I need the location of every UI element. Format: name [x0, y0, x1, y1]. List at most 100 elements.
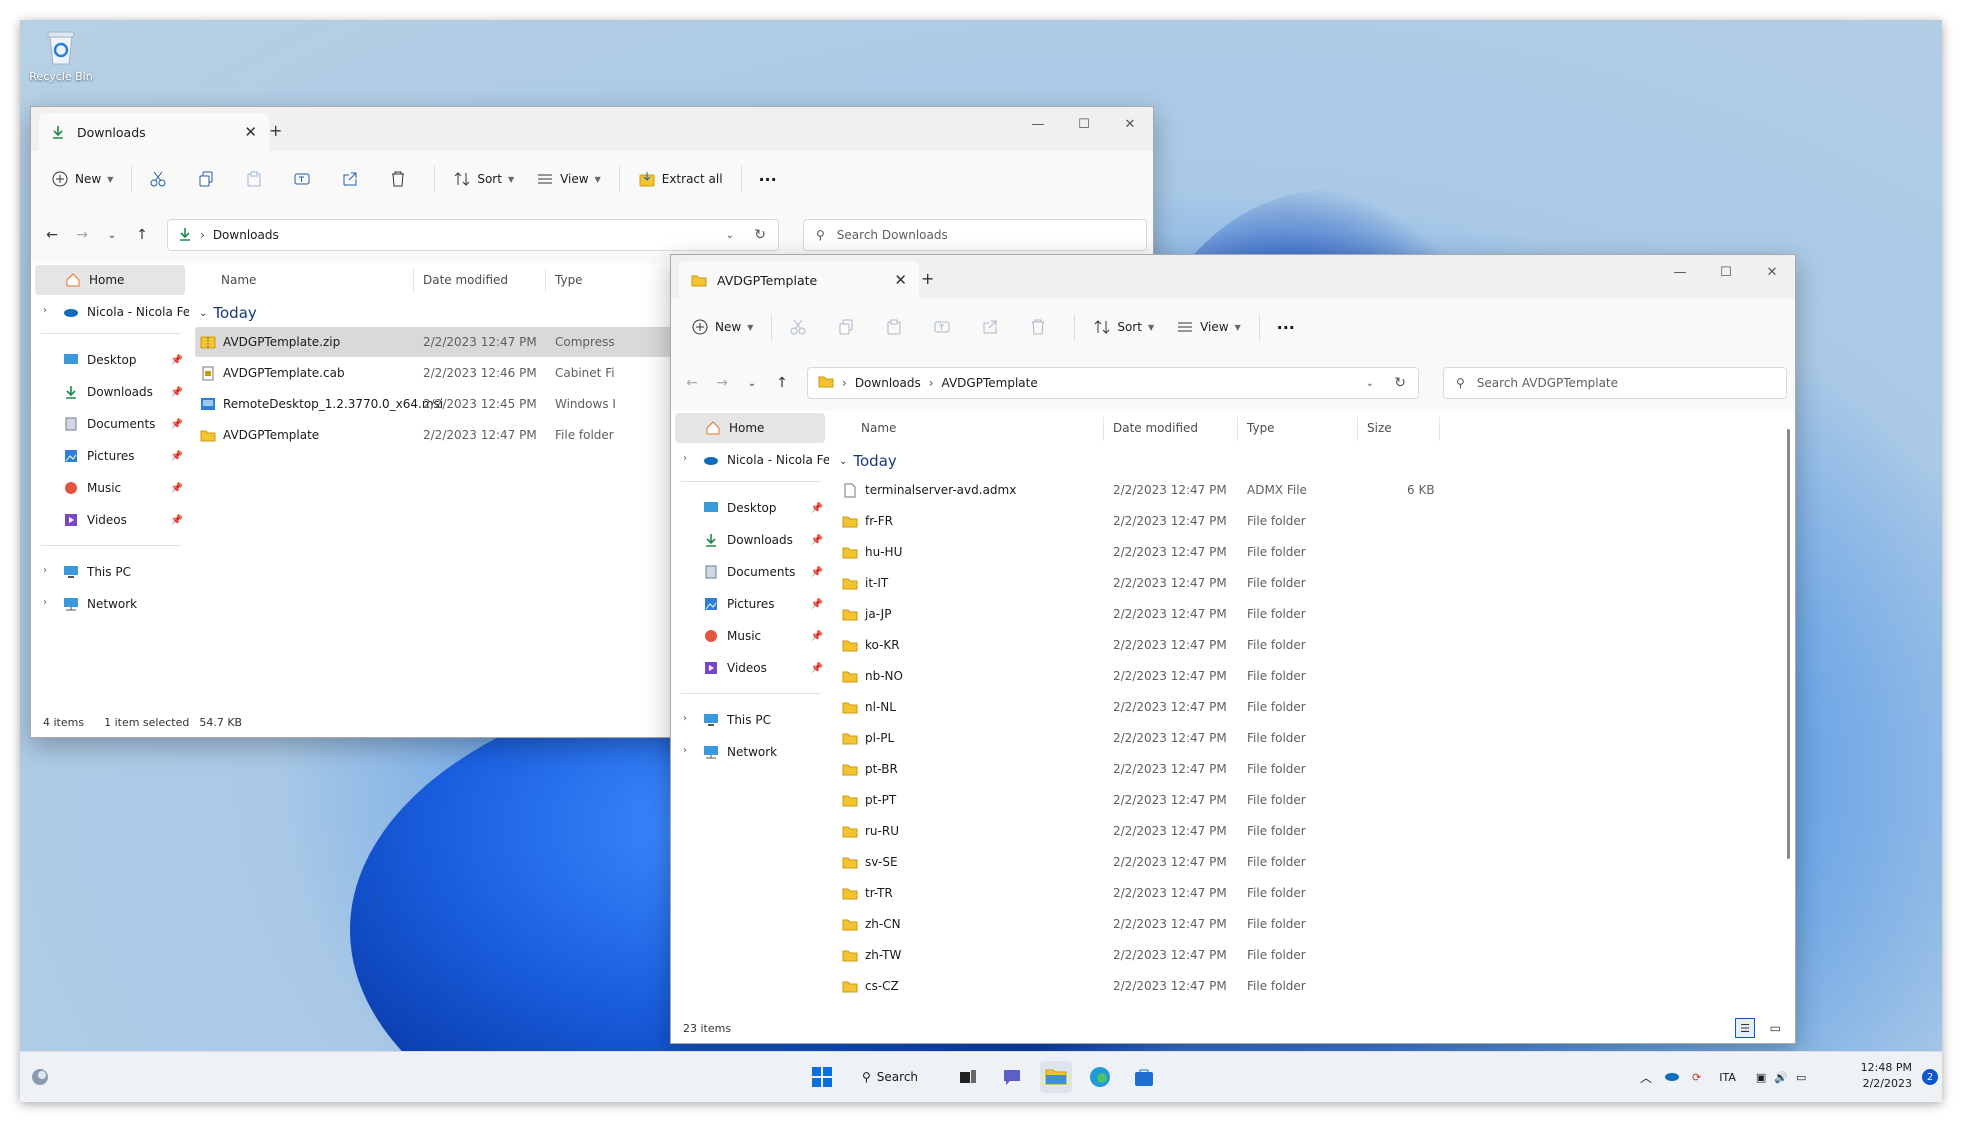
address-bar[interactable]: › Downloads › AVDGPTemplate ⌄ ↻ — [807, 367, 1419, 399]
rename-icon[interactable] — [286, 163, 318, 195]
column-header-type[interactable]: Type — [1247, 411, 1275, 445]
address-bar[interactable]: › Downloads ⌄ ↻ — [167, 219, 779, 251]
nav-videos[interactable]: Videos 📌 — [703, 653, 823, 683]
pin-icon[interactable]: 📌 — [171, 419, 183, 430]
vertical-scrollbar[interactable] — [1787, 429, 1790, 859]
taskbar-search[interactable]: ⚲ Search — [854, 1061, 926, 1093]
show-hidden-icons-icon[interactable]: ︿ — [1640, 1069, 1652, 1086]
close-tab-icon[interactable]: ✕ — [240, 121, 261, 143]
onedrive-cloud-icon[interactable] — [1664, 1071, 1680, 1084]
recycle-bin-shortcut[interactable]: Recycle Bin — [26, 28, 96, 83]
nav-music[interactable]: Music 📌 — [703, 621, 823, 651]
search-box[interactable]: ⚲ Search Downloads — [803, 219, 1147, 251]
nav-downloads[interactable]: Downloads 📌 — [703, 525, 823, 555]
cut-icon[interactable] — [782, 311, 814, 343]
rename-icon[interactable] — [926, 311, 958, 343]
pin-icon[interactable]: 📌 — [171, 451, 183, 462]
extract-all-button[interactable]: Extract all — [630, 163, 731, 195]
nav-downloads[interactable]: Downloads 📌 — [63, 377, 183, 407]
up-arrow-icon[interactable]: ↑ — [767, 368, 797, 398]
expand-chevron-icon[interactable]: › — [683, 453, 687, 464]
group-header-today[interactable]: ⌄ Today — [199, 301, 257, 325]
column-header-type[interactable]: Type — [555, 263, 583, 297]
expand-chevron-icon[interactable]: › — [683, 713, 687, 724]
back-arrow-icon[interactable]: ← — [37, 220, 67, 250]
breadcrumb-downloads[interactable]: Downloads — [855, 376, 921, 390]
edge-browser-icon[interactable] — [1084, 1061, 1116, 1093]
delete-icon[interactable] — [1022, 311, 1054, 343]
minimize-button[interactable]: — — [1015, 107, 1061, 141]
cut-icon[interactable] — [142, 163, 174, 195]
start-windows-icon[interactable] — [806, 1061, 838, 1093]
refresh-icon[interactable]: ↻ — [754, 227, 766, 243]
store-icon[interactable] — [1128, 1061, 1160, 1093]
minimize-button[interactable]: — — [1657, 255, 1703, 289]
details-view-icon[interactable]: ☰ — [1735, 1018, 1755, 1038]
nav-pictures[interactable]: Pictures 📌 — [703, 589, 823, 619]
breadcrumb-avdgptemplate[interactable]: AVDGPTemplate — [942, 376, 1038, 390]
delete-icon[interactable] — [382, 163, 414, 195]
up-arrow-icon[interactable]: ↑ — [127, 220, 157, 250]
nav-desktop[interactable]: Desktop 📌 — [63, 345, 183, 375]
paste-icon[interactable] — [238, 163, 270, 195]
nav-network[interactable]: Network — [63, 589, 183, 619]
nav-pictures[interactable]: Pictures 📌 — [63, 441, 183, 471]
address-dropdown-icon[interactable]: ⌄ — [1366, 378, 1374, 389]
refresh-icon[interactable]: ↻ — [1394, 375, 1406, 391]
back-arrow-icon[interactable]: ← — [677, 368, 707, 398]
column-header-name[interactable]: Name — [221, 263, 256, 297]
column-header-date[interactable]: Date modified — [423, 263, 508, 297]
tiles-view-icon[interactable]: ▭ — [1770, 1021, 1781, 1035]
expand-chevron-icon[interactable]: › — [683, 745, 687, 756]
sync-error-icon[interactable]: ⟳ — [1692, 1071, 1701, 1084]
more-options-icon[interactable]: ··· — [752, 163, 784, 195]
address-dropdown-icon[interactable]: ⌄ — [726, 230, 734, 241]
expand-chevron-icon[interactable]: › — [43, 597, 47, 608]
column-header-size[interactable]: Size — [1367, 411, 1392, 445]
paste-icon[interactable] — [878, 311, 910, 343]
search-box[interactable]: ⚲ Search AVDGPTemplate — [1443, 367, 1787, 399]
column-header-date[interactable]: Date modified — [1113, 411, 1198, 445]
nav-home[interactable]: Home — [35, 265, 185, 295]
task-view-icon[interactable] — [952, 1061, 984, 1093]
new-tab-icon[interactable]: + — [921, 269, 934, 288]
view-button[interactable]: View ▼ — [1168, 311, 1249, 343]
pin-icon[interactable]: 📌 — [811, 631, 823, 642]
view-button[interactable]: View ▼ — [528, 163, 609, 195]
sort-button[interactable]: Sort ▼ — [1085, 311, 1162, 343]
new-button[interactable]: New ▼ — [683, 311, 761, 343]
recent-locations-icon[interactable]: ⌄ — [737, 368, 767, 398]
expand-chevron-icon[interactable]: › — [43, 305, 47, 316]
pin-icon[interactable]: 📌 — [171, 355, 183, 366]
new-tab-icon[interactable]: + — [269, 121, 282, 140]
nav-home[interactable]: Home — [675, 413, 825, 443]
group-header-today[interactable]: ⌄ Today — [839, 449, 897, 473]
maximize-button[interactable]: ☐ — [1703, 255, 1749, 289]
nav-documents[interactable]: Documents 📌 — [63, 409, 183, 439]
more-options-icon[interactable]: ··· — [1270, 311, 1302, 343]
widgets-icon[interactable] — [24, 1061, 56, 1093]
file-explorer-taskbar-icon[interactable] — [1040, 1061, 1072, 1093]
copy-icon[interactable] — [830, 311, 862, 343]
sort-button[interactable]: Sort ▼ — [445, 163, 522, 195]
nav-music[interactable]: Music 📌 — [63, 473, 183, 503]
pin-icon[interactable]: 📌 — [811, 663, 823, 674]
battery-icon[interactable]: ▭ — [1796, 1071, 1806, 1084]
copy-icon[interactable] — [190, 163, 222, 195]
column-header-name[interactable]: Name — [861, 411, 896, 445]
close-button[interactable]: ✕ — [1749, 255, 1795, 289]
remote-display-icon[interactable]: ▣ — [1756, 1071, 1766, 1084]
pin-icon[interactable]: 📌 — [811, 535, 823, 546]
nav-documents[interactable]: Documents 📌 — [703, 557, 823, 587]
expand-chevron-icon[interactable]: › — [43, 565, 47, 576]
chat-icon[interactable] — [996, 1061, 1028, 1093]
nav-this-pc[interactable]: This PC — [703, 705, 823, 735]
pin-icon[interactable]: 📌 — [811, 599, 823, 610]
pin-icon[interactable]: 📌 — [171, 387, 183, 398]
close-button[interactable]: ✕ — [1107, 107, 1153, 141]
pin-icon[interactable]: 📌 — [171, 515, 183, 526]
nav-desktop[interactable]: Desktop 📌 — [703, 493, 823, 523]
pin-icon[interactable]: 📌 — [811, 503, 823, 514]
pin-icon[interactable]: 📌 — [171, 483, 183, 494]
forward-arrow-icon[interactable]: → — [67, 220, 97, 250]
